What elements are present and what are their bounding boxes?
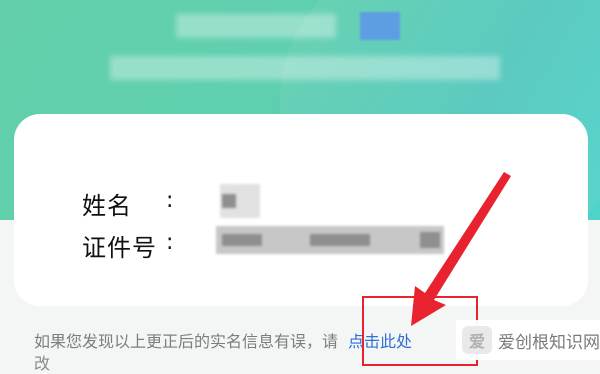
watermark-logo-icon: 爱: [462, 326, 492, 354]
blurred-id-value-mark: [310, 234, 370, 246]
blurred-badge: [360, 12, 400, 40]
notice-message: 如果您发现以上更正后的实名信息有误，请: [34, 332, 339, 351]
blurred-id-value-mark: [420, 232, 440, 248]
blurred-subtitle: [110, 56, 500, 80]
watermark-text: 爱创根知识网: [498, 332, 600, 353]
blurred-name-value-mark: [222, 194, 236, 208]
id-label: 证件号: [82, 234, 157, 262]
notice-line2: 改: [34, 354, 51, 373]
blurred-title: [176, 14, 336, 38]
id-row: 证件号: [82, 228, 157, 263]
name-colon: :: [166, 188, 174, 213]
id-colon: :: [166, 230, 174, 255]
name-row: 姓名: [82, 186, 132, 221]
name-label: 姓名: [82, 192, 132, 220]
notice-text: 如果您发现以上更正后的实名信息有误，请 点击此处: [34, 328, 412, 352]
watermark: 爱 爱创根知识网: [456, 320, 600, 360]
blurred-id-value-mark: [222, 234, 262, 246]
